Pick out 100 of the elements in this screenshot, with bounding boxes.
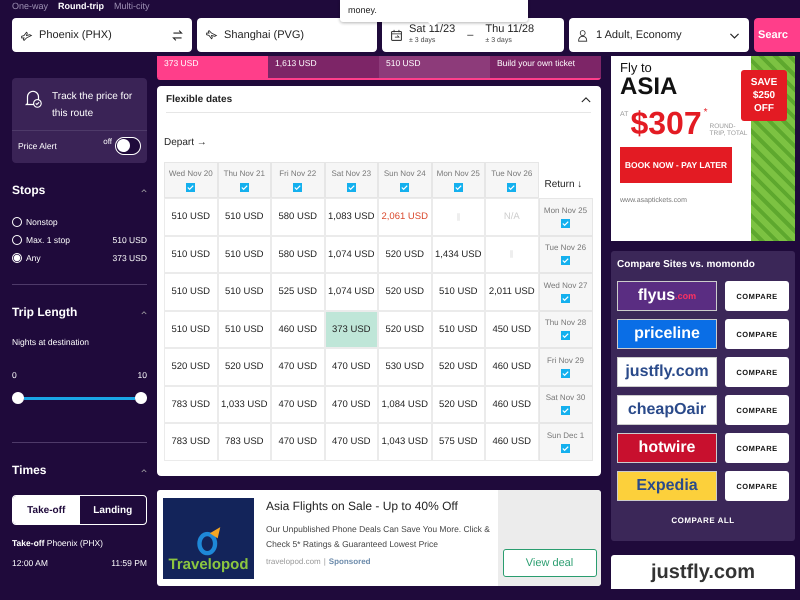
price-cell[interactable]: 783 USD (218, 423, 271, 460)
checkbox[interactable] (561, 218, 570, 228)
price-cell[interactable]: 510 USD (164, 236, 218, 273)
site-logo[interactable]: flyus.com (617, 281, 717, 311)
checkbox[interactable] (186, 182, 196, 192)
price-cell[interactable]: 580 USD (271, 198, 324, 236)
price-cell[interactable]: 460 USD (485, 386, 538, 423)
checkbox[interactable] (561, 444, 570, 453)
price-cell[interactable]: 2,061 USD (378, 198, 432, 236)
book-now-button[interactable]: BOOK NOW - PAY LATER (620, 147, 732, 183)
column-header: Sun Nov 24 (378, 162, 432, 198)
price-cell[interactable]: 783 USD (164, 423, 218, 460)
ad-title[interactable]: Asia Flights on Sale - Up to 40% Off (266, 499, 498, 513)
sort-tab[interactable]: Build your own ticket (490, 56, 601, 78)
travelers-field[interactable]: 1 Adult, Economy (569, 18, 749, 52)
price-cell[interactable]: 520 USD (164, 348, 218, 386)
time-mode-tab[interactable]: Take-off (13, 496, 80, 524)
price-cell[interactable]: 525 USD (271, 273, 324, 310)
save-badge: SAVE $250 OFF (741, 70, 787, 121)
site-logo[interactable]: hotwire (617, 433, 717, 463)
checkbox[interactable] (293, 182, 302, 192)
price-cell[interactable]: 2,011 USD (485, 273, 538, 310)
price-cell[interactable]: 470 USD (271, 386, 324, 423)
checkbox[interactable] (400, 182, 410, 192)
trip-type-tab[interactable]: One-way (12, 0, 48, 12)
chevron-up-icon[interactable] (141, 310, 147, 314)
price-cell[interactable] (432, 198, 485, 236)
sort-tab[interactable]: 510 USD (379, 56, 490, 78)
justfly-logo[interactable]: justfly.com (650, 560, 756, 584)
price-cell[interactable]: 470 USD (324, 348, 378, 386)
radio-button[interactable] (12, 253, 22, 263)
trip-type-tab[interactable]: Multi-city (114, 0, 150, 12)
price-cell[interactable]: 510 USD (218, 198, 271, 236)
price-cell[interactable]: 530 USD (378, 348, 432, 386)
price-cell[interactable]: 1,083 USD (324, 198, 378, 236)
chevron-up-icon[interactable] (141, 188, 147, 192)
price-cell[interactable]: 373 USD (324, 310, 378, 348)
checkbox[interactable] (346, 182, 356, 192)
price-cell[interactable]: 510 USD (432, 310, 485, 348)
price-cell[interactable]: 460 USD (485, 348, 538, 386)
checkbox[interactable] (561, 406, 570, 416)
price-cell[interactable]: 510 USD (218, 236, 271, 273)
checkbox[interactable] (240, 182, 249, 192)
price-cell[interactable]: 1,084 USD (378, 386, 432, 423)
trip-type-tab[interactable]: Round-trip (58, 0, 104, 12)
price-cell[interactable]: 520 USD (432, 348, 485, 386)
price-cell[interactable]: 460 USD (485, 423, 538, 460)
price-cell[interactable]: 470 USD (271, 423, 324, 460)
site-logo[interactable]: justfly.com (617, 357, 717, 387)
chevron-up-icon[interactable] (141, 468, 147, 472)
row-header: Fri Nov 29 (538, 348, 592, 386)
price-cell[interactable]: 520 USD (218, 348, 271, 386)
price-cell[interactable]: 510 USD (164, 198, 218, 236)
price-cell[interactable]: 1,033 USD (218, 386, 271, 423)
price-cell[interactable]: 510 USD (164, 310, 218, 348)
price-cell[interactable]: 510 USD (164, 273, 218, 310)
origin-field[interactable]: Phoenix (PHX) (12, 18, 192, 52)
slider-thumb[interactable] (135, 392, 147, 404)
site-logo[interactable]: priceline (617, 319, 717, 349)
price-cell[interactable]: 580 USD (271, 236, 324, 273)
price-cell[interactable]: 520 USD (378, 273, 432, 310)
slider-thumb[interactable] (12, 392, 24, 404)
checkbox[interactable] (561, 368, 570, 378)
price-cell[interactable]: 575 USD (432, 423, 485, 460)
price-cell[interactable]: 470 USD (324, 423, 378, 460)
price-cell[interactable]: 520 USD (378, 236, 432, 273)
price-cell[interactable]: 470 USD (271, 348, 324, 386)
price-cell[interactable]: 520 USD (432, 386, 485, 423)
checkbox[interactable] (561, 294, 570, 303)
price-cell[interactable]: 1,074 USD (324, 273, 378, 310)
column-header: Thu Nov 21 (218, 162, 271, 198)
column-header: Fri Nov 22 (271, 162, 324, 198)
price-cell[interactable]: 1,043 USD (378, 423, 432, 460)
checkbox[interactable] (507, 182, 516, 192)
price-cell[interactable]: 470 USD (324, 386, 378, 423)
sort-tab[interactable]: 1,613 USD (268, 56, 379, 78)
compare-all-link[interactable]: COMPARE ALL (665, 515, 741, 526)
price-alert-toggle[interactable] (115, 137, 141, 155)
radio-button[interactable] (12, 217, 22, 227)
checkbox[interactable] (454, 182, 463, 192)
price-cell[interactable]: 510 USD (218, 273, 271, 310)
site-logo[interactable]: Expedia (617, 471, 717, 501)
price-cell[interactable]: 450 USD (485, 310, 538, 348)
checkbox[interactable] (561, 331, 570, 340)
price-cell[interactable]: 460 USD (271, 310, 324, 348)
destination-field[interactable]: Shanghai (PVG) (197, 18, 377, 52)
price-cell[interactable]: 783 USD (164, 386, 218, 423)
price-cell[interactable]: 1,074 USD (324, 236, 378, 273)
price-cell[interactable]: 1,434 USD (432, 236, 485, 273)
column-header: Tue Nov 26 (485, 162, 538, 198)
site-logo[interactable]: cheapOair (617, 395, 717, 425)
radio-button[interactable] (12, 235, 22, 245)
price-cell[interactable]: 510 USD (218, 310, 271, 348)
swap-icon[interactable] (171, 28, 184, 42)
chevron-up-icon[interactable] (581, 96, 591, 102)
checkbox[interactable] (561, 256, 570, 266)
price-cell[interactable] (485, 236, 538, 273)
price-cell[interactable]: 520 USD (378, 310, 432, 348)
time-mode-tab[interactable]: Landing (80, 496, 146, 524)
price-cell[interactable]: 510 USD (432, 273, 485, 310)
